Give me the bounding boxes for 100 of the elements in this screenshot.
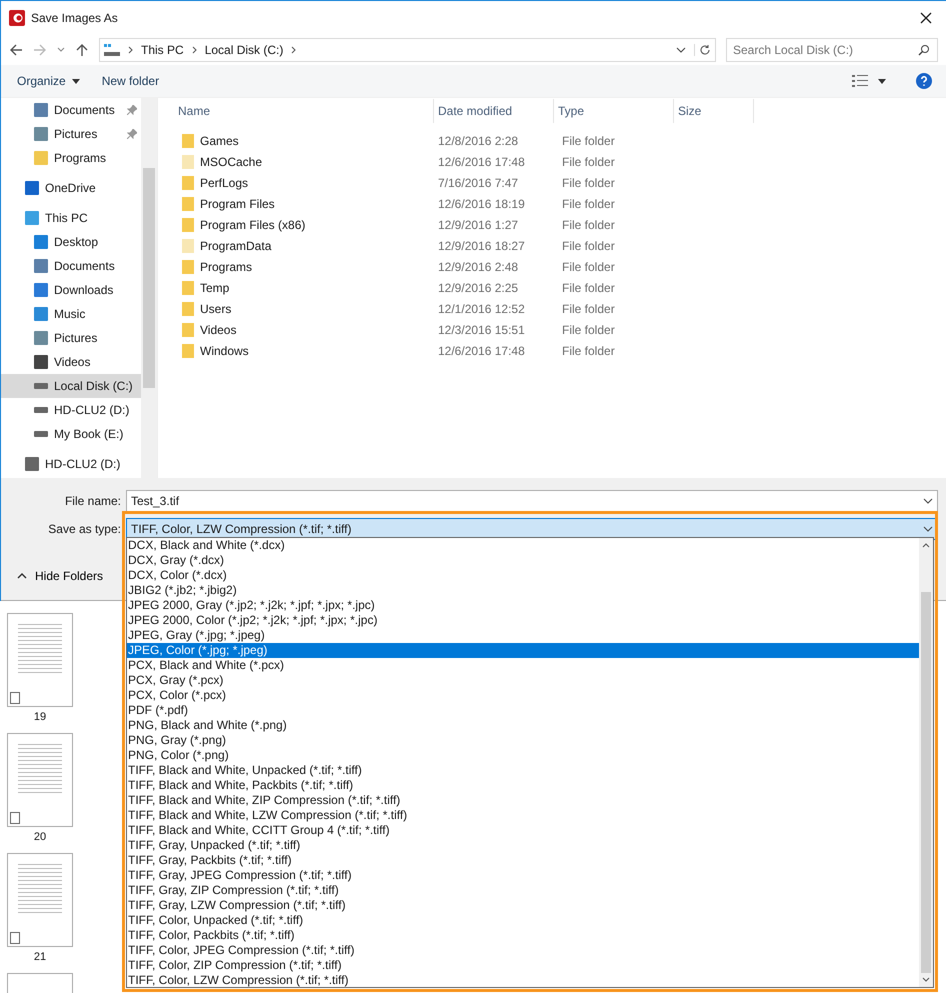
table-cell-text: 12/6/2016 18:19	[437, 196, 526, 210]
dropdown-option[interactable]: TIFF, Gray, LZW Compression (*.tif; *.tiff)	[127, 898, 919, 913]
nav-item[interactable]: My Book (E:)	[1, 422, 141, 446]
save-as-type-label: Save as type:	[47, 522, 122, 536]
chevron-down-icon[interactable]	[676, 47, 686, 53]
nav-item[interactable]: Pictures	[1, 122, 141, 146]
file-name-field[interactable]: Test_3.tif	[126, 490, 938, 512]
dropdown-option[interactable]: TIFF, Color, JPEG Compression (*.tif; *.tiff)	[127, 943, 919, 958]
dropdown-option[interactable]: PDF (*.pdf)	[127, 703, 919, 718]
nav-item[interactable]: This PC	[1, 206, 141, 230]
table-cell-text: File folder	[561, 280, 616, 294]
back-arrow-icon[interactable]	[9, 43, 23, 57]
table-cell-text: File folder	[561, 134, 616, 148]
dropdown-option[interactable]: TIFF, Black and White, Unpacked (*.tif; *.tiff)	[127, 763, 919, 778]
file-name[interactable]: Videos	[174, 322, 434, 336]
dropdown-option[interactable]: TIFF, Color, ZIP Compression (*.tif; *.tiff)	[127, 958, 919, 973]
table-cell-text: File folder	[561, 176, 616, 190]
dropdown-option[interactable]: DCX, Color (*.dcx)	[127, 568, 919, 583]
dropdown-option[interactable]: TIFF, Color, LZW Compression (*.tif; *.tiff)	[127, 973, 919, 988]
dropdown-option[interactable]: PNG, Color (*.png)	[127, 748, 919, 763]
chevron-right-icon[interactable]	[291, 46, 296, 54]
dropdown-option[interactable]: DCX, Black and White (*.dcx)	[127, 538, 919, 553]
breadcrumb-item[interactable]: Local Disk (C:)	[204, 43, 284, 57]
chevron-up-icon	[922, 543, 930, 548]
file-name[interactable]: Temp	[174, 280, 434, 294]
file-name-label: File name:	[64, 494, 122, 508]
file-name[interactable]: Windows	[174, 344, 434, 358]
new-folder-button[interactable]: New folder	[96, 72, 166, 90]
table-cell-text: 12/8/2016 2:28	[437, 134, 520, 148]
table-cell-text: File folder	[561, 154, 616, 168]
page-thumbnail[interactable]	[7, 853, 73, 947]
file-name[interactable]: Program Files (x86)	[174, 218, 434, 232]
nav-item[interactable]: Local Disk (C:)	[1, 374, 141, 398]
dropdown-option[interactable]: TIFF, Gray, Packbits (*.tif; *.tiff)	[127, 853, 919, 868]
page-number: 20	[34, 831, 46, 843]
nav-item[interactable]: Pictures	[1, 326, 141, 350]
caret-icon[interactable]	[878, 78, 886, 84]
table-cell-text: 7/16/2016 7:47	[437, 176, 520, 190]
dropdown-option[interactable]: PCX, Gray (*.pcx)	[127, 673, 919, 688]
dropdown-option[interactable]: DCX, Gray (*.dcx)	[127, 553, 919, 568]
dropdown-option[interactable]: JPEG, Color (*.jpg; *.jpeg)	[127, 643, 919, 658]
dropdown-option[interactable]: TIFF, Color, Unpacked (*.tif; *.tiff)	[127, 913, 919, 928]
dropdown-option[interactable]: PNG, Black and White (*.png)	[127, 718, 919, 733]
dropdown-option[interactable]: TIFF, Gray, Unpacked (*.tif; *.tiff)	[127, 838, 919, 853]
help-icon[interactable]	[916, 73, 932, 89]
dropdown-option[interactable]: TIFF, Black and White, Packbits (*.tif; *.tiff)	[127, 778, 919, 793]
nav-item[interactable]: Programs	[1, 146, 141, 170]
dropdown-option[interactable]: PCX, Color (*.pcx)	[127, 688, 919, 703]
nav-item[interactable]: Documents	[1, 98, 141, 122]
up-arrow-icon[interactable]	[75, 43, 89, 57]
file-name[interactable]: PerfLogs	[174, 176, 434, 190]
column-header[interactable]: Date modified	[434, 99, 554, 123]
address-field[interactable]: This PC Local Disk (C:)	[99, 38, 716, 62]
refresh-icon[interactable]	[694, 44, 711, 56]
dropdown-option[interactable]: TIFF, Black and White, CCITT Group 4 (*.tif; *.tiff)	[127, 823, 919, 838]
file-name[interactable]: Games	[174, 134, 434, 148]
file-name[interactable]: ProgramData	[174, 238, 434, 252]
table-cell-text: File folder	[561, 218, 616, 232]
organize-button[interactable]: Organize	[11, 72, 86, 90]
hide-folders-button[interactable]: Hide Folders	[11, 568, 110, 584]
scrollbar[interactable]	[919, 538, 933, 987]
file-name[interactable]: MSOCache	[174, 154, 434, 168]
dropdown-option[interactable]: TIFF, Gray, JPEG Compression (*.tif; *.tiff)	[127, 868, 919, 883]
nav-item[interactable]: Desktop	[1, 230, 141, 254]
nav-item[interactable]: Downloads	[1, 278, 141, 302]
nav-item[interactable]: HD-CLU2 (D:)	[1, 398, 141, 422]
close-icon[interactable]	[920, 12, 932, 24]
table-cell-text: File folder	[561, 344, 616, 358]
dropdown-option[interactable]: JPEG, Gray (*.jpg; *.jpeg)	[127, 628, 919, 643]
nav-item[interactable]: Videos	[1, 350, 141, 374]
view-options-icon[interactable]	[852, 75, 868, 87]
dropdown-option[interactable]: TIFF, Color, Packbits (*.tif; *.tiff)	[127, 928, 919, 943]
file-name[interactable]: Program Files	[174, 196, 434, 210]
scrollbar[interactable]	[141, 98, 157, 478]
app-logo-icon	[9, 10, 25, 26]
dropdown-option[interactable]: JPEG 2000, Color (*.jp2; *.j2k; *.jpf; *.jpx; *.jpc)	[127, 613, 919, 628]
dropdown-option[interactable]: JBIG2 (*.jb2; *.jbig2)	[127, 583, 919, 598]
nav-item[interactable]: HD-CLU2 (D:)	[1, 452, 141, 476]
dropdown-option[interactable]: PNG, Gray (*.png)	[127, 733, 919, 748]
chevron-down-icon	[923, 498, 933, 504]
column-header[interactable]: Size	[674, 99, 754, 123]
breadcrumb-item[interactable]: This PC	[141, 43, 184, 57]
column-header[interactable]: Type	[554, 99, 674, 123]
nav-item[interactable]: Music	[1, 302, 141, 326]
dropdown-option[interactable]: TIFF, Gray, ZIP Compression (*.tif; *.tiff)	[127, 883, 919, 898]
page-thumbnail[interactable]	[7, 613, 73, 707]
nav-item[interactable]: OneDrive	[1, 176, 141, 200]
column-header[interactable]: Name	[174, 99, 434, 123]
dropdown-option[interactable]: PCX, Black and White (*.pcx)	[127, 658, 919, 673]
table-cell-text: 12/1/2016 12:52	[437, 302, 526, 316]
file-name[interactable]: Users	[174, 302, 434, 316]
dropdown-option[interactable]: JPEG 2000, Gray (*.jp2; *.j2k; *.jpf; *.jpx; *.jpc)	[127, 598, 919, 613]
table-cell-text: 12/9/2016 18:27	[437, 238, 526, 252]
dropdown-option[interactable]: TIFF, Black and White, ZIP Compression (*.tif; *.tiff)	[127, 793, 919, 808]
page-thumbnail[interactable]	[7, 733, 73, 827]
dropdown-option[interactable]: TIFF, Black and White, LZW Compression (*.tif; *.tiff)	[127, 808, 919, 823]
nav-item[interactable]: Documents	[1, 254, 141, 278]
page-icon	[10, 692, 20, 704]
file-name[interactable]: Programs	[174, 260, 434, 274]
search-field[interactable]: Search Local Disk (C:)	[726, 38, 938, 62]
